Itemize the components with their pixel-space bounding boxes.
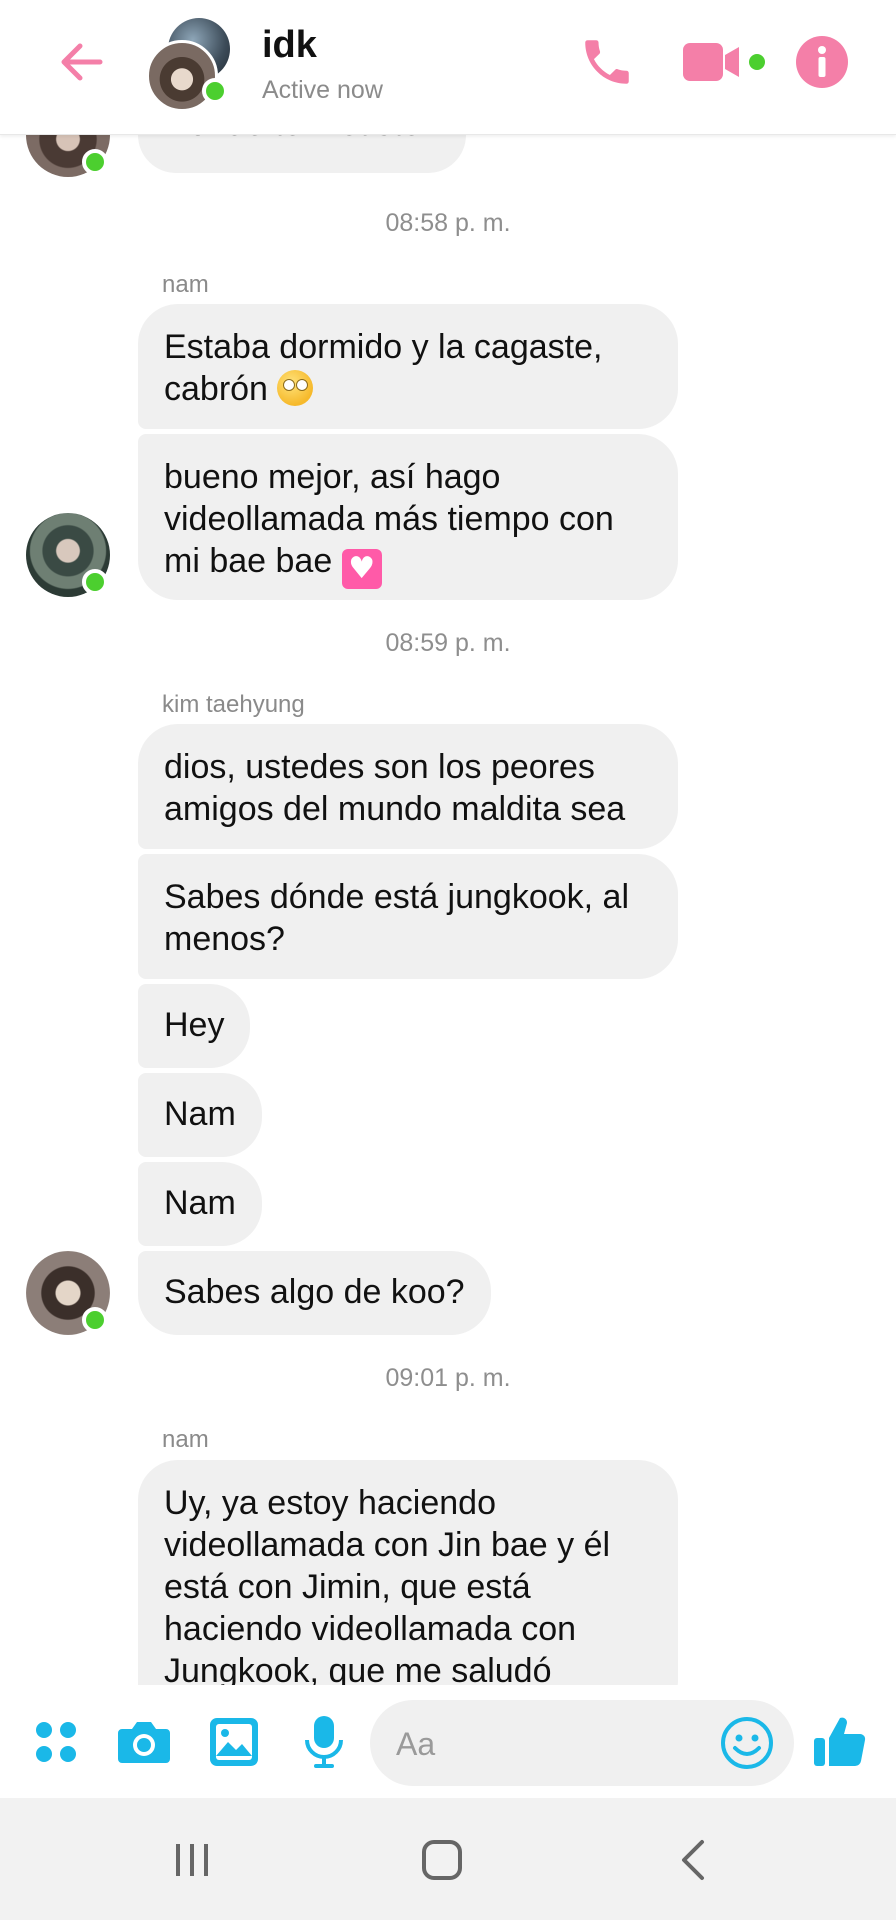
message-bubble[interactable]: Sabes algo de koo? xyxy=(138,1251,491,1335)
system-navigation-bar xyxy=(0,1798,896,1920)
home-button[interactable] xyxy=(402,1820,482,1900)
recent-apps-button[interactable] xyxy=(152,1820,232,1900)
back-icon xyxy=(682,1840,704,1880)
sender-avatar[interactable] xyxy=(26,1251,110,1335)
online-indicator xyxy=(82,569,108,595)
phone-icon xyxy=(585,40,629,84)
heart-emoji-icon: ♥ xyxy=(341,549,382,589)
info-icon xyxy=(796,36,848,88)
online-indicator xyxy=(82,149,108,175)
online-indicator xyxy=(82,1307,108,1333)
message-bubble[interactable]: Sabes dónde está jungkook, al menos? xyxy=(138,854,678,979)
active-status: Active now xyxy=(262,76,383,104)
message-bubble[interactable]: Nam xyxy=(138,1162,262,1246)
gallery-button[interactable] xyxy=(202,1710,266,1774)
timestamp: 08:58 p. m. xyxy=(385,209,511,237)
sender-name: nam xyxy=(162,1426,209,1453)
emoji-icon xyxy=(721,1717,773,1769)
like-button[interactable] xyxy=(808,1710,872,1774)
message-composer xyxy=(0,1686,896,1798)
sender-name: nam xyxy=(162,271,209,298)
recent-apps-icon xyxy=(176,1844,208,1876)
microphone-icon xyxy=(305,1716,343,1768)
info-button[interactable] xyxy=(790,30,854,94)
phone-button[interactable] xyxy=(572,30,642,94)
thumbs-up-icon xyxy=(814,1717,866,1767)
apps-icon xyxy=(36,1722,76,1762)
timestamp: 08:59 p. m. xyxy=(385,629,511,657)
sender-name: kim taehyung xyxy=(162,691,305,718)
back-nav-button[interactable] xyxy=(654,1820,734,1900)
image-icon xyxy=(210,1718,258,1766)
camera-icon xyxy=(118,1722,170,1763)
conversation-title[interactable]: idk xyxy=(262,24,317,67)
message-bubble[interactable]: Donde te metiste? xyxy=(138,135,466,173)
message-input[interactable] xyxy=(394,1700,718,1788)
message-bubble[interactable]: bueno mejor, así hago videollamada más t… xyxy=(138,434,678,600)
video-call-button[interactable] xyxy=(674,30,774,94)
sender-avatar[interactable] xyxy=(26,513,110,597)
video-call-icon xyxy=(683,43,765,81)
camera-button[interactable] xyxy=(112,1710,176,1774)
message-bubble[interactable]: Uy, ya estoy haciendo videollamada con J… xyxy=(138,1460,678,1685)
online-indicator xyxy=(202,78,228,104)
message-bubble[interactable]: dios, ustedes son los peores amigos del … xyxy=(138,724,678,849)
message-input-container[interactable] xyxy=(370,1700,794,1788)
message-bubble[interactable]: Nam xyxy=(138,1073,262,1157)
voice-button[interactable] xyxy=(292,1710,356,1774)
home-icon xyxy=(422,1840,462,1880)
sender-avatar[interactable] xyxy=(26,135,110,177)
group-avatar[interactable] xyxy=(146,18,236,112)
message-text: bueno mejor, así hago videollamada más t… xyxy=(164,458,614,580)
message-text: Estaba dormido y la cagaste, cabrón xyxy=(164,328,603,408)
back-button[interactable] xyxy=(52,32,112,92)
apps-button[interactable] xyxy=(24,1710,88,1774)
chat-header: idk Active now xyxy=(0,0,896,135)
message-bubble[interactable]: Estaba dormido y la cagaste, cabrón xyxy=(138,304,678,429)
timestamp: 09:01 p. m. xyxy=(385,1364,511,1392)
message-bubble[interactable]: Hey xyxy=(138,984,251,1068)
emoji-button[interactable] xyxy=(716,1712,778,1774)
message-list[interactable]: Donde te metiste? 08:58 p. m. nam Estaba… xyxy=(0,135,896,1685)
eye-roll-emoji-icon xyxy=(277,370,314,406)
back-arrow-icon xyxy=(61,43,103,81)
